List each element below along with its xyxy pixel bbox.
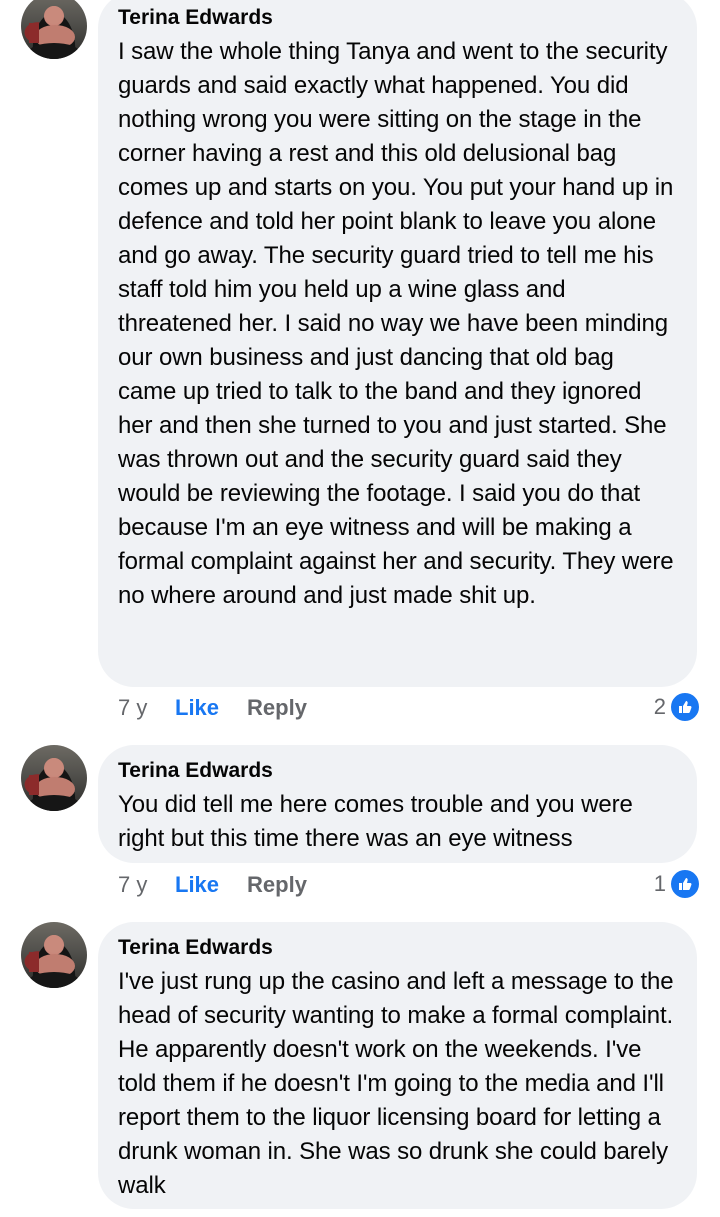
reply-button[interactable]: Reply [247,872,307,898]
avatar[interactable] [21,922,87,988]
comment-bubble: Terina Edwards I saw the whole thing Tan… [98,0,697,687]
comment-timestamp[interactable]: 7 y [118,872,175,898]
avatar[interactable] [21,745,87,811]
like-button[interactable]: Like [175,695,219,721]
avatar-photo [28,935,80,988]
avatar[interactable] [21,0,87,59]
comment-author[interactable]: Terina Edwards [118,6,677,30]
like-button[interactable]: Like [175,872,219,898]
comment-actions: 7 y Like Reply [118,872,307,898]
comment-actions: 7 y Like Reply [118,695,307,721]
avatar-photo [28,758,80,811]
comment-timestamp[interactable]: 7 y [118,695,175,721]
avatar-photo [28,6,80,59]
comment-text: I've just rung up the casino and left a … [118,968,674,1199]
thumbs-up-icon [670,869,700,899]
comment-text: I saw the whole thing Tanya and went to … [118,38,674,609]
reaction-summary[interactable]: 2 [654,692,700,722]
thumbs-up-icon [670,692,700,722]
comments-thread: Terina Edwards I saw the whole thing Tan… [0,0,720,1217]
comment-author[interactable]: Terina Edwards [118,936,677,960]
reply-button[interactable]: Reply [247,695,307,721]
reaction-count: 1 [653,871,666,896]
comment-bubble: Terina Edwards I've just rung up the cas… [98,922,697,1209]
reaction-count: 2 [653,694,666,719]
comment-text: You did tell me here comes trouble and y… [118,791,633,852]
reaction-summary[interactable]: 1 [654,869,700,899]
comment-bubble: Terina Edwards You did tell me here come… [98,745,697,863]
comment-author[interactable]: Terina Edwards [118,759,677,783]
